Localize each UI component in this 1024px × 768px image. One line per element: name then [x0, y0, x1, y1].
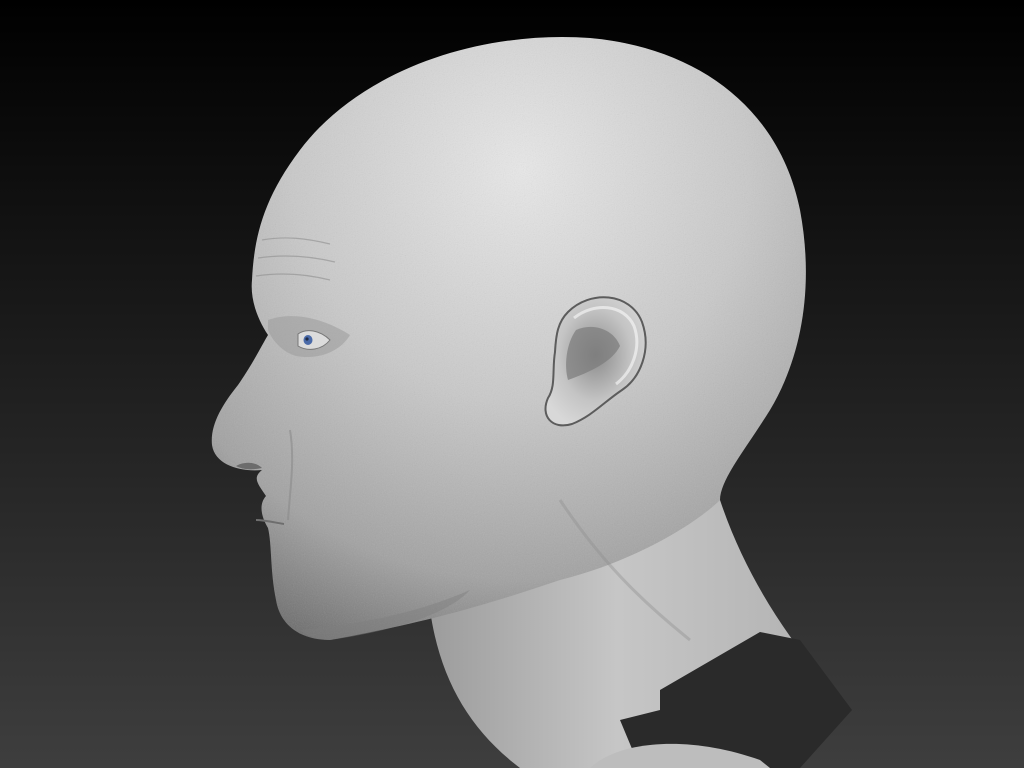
head-sculpt-render[interactable]: [0, 0, 1024, 768]
viewport-canvas[interactable]: [0, 0, 1024, 768]
